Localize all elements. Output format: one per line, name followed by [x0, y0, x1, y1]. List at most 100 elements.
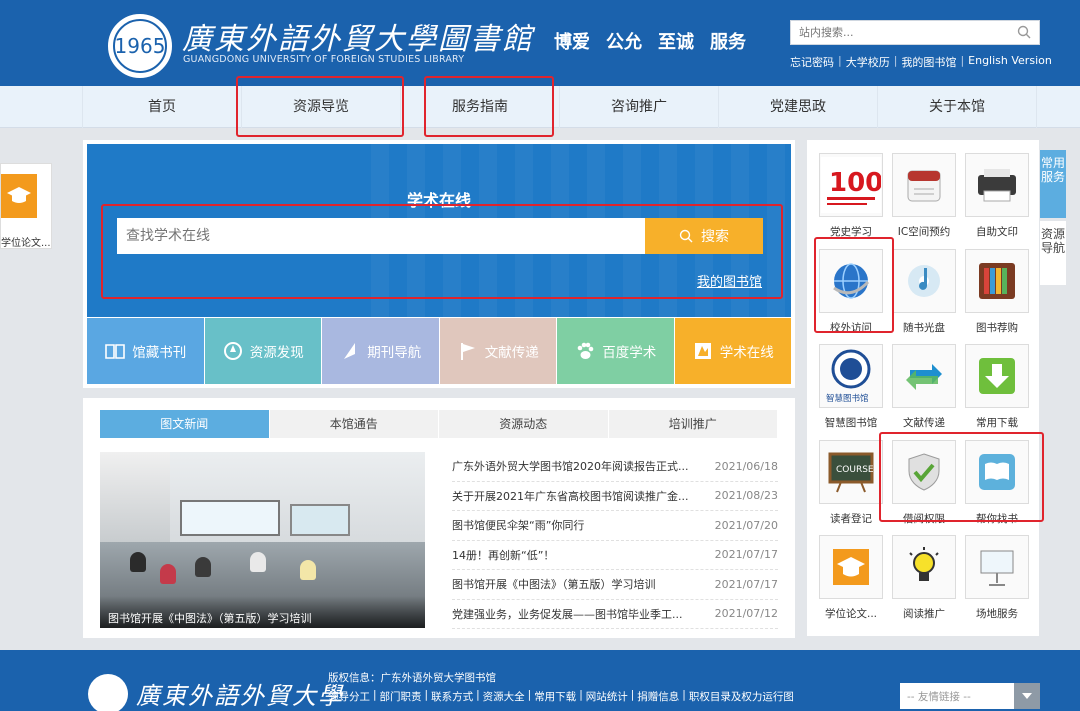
quick-link-discovery[interactable]: 资源发现: [204, 318, 321, 384]
printer-icon: [965, 153, 1029, 217]
footer-university-name: 廣東外語外貿大學: [136, 682, 344, 710]
photo-person: [130, 552, 146, 572]
footer-link[interactable]: 捐赠信息: [637, 689, 679, 704]
top-links: 忘记密码 | 大学校历 | 我的图书馆 | English Version: [790, 54, 1052, 70]
service-label: 校外访问: [830, 322, 872, 334]
link-my-library[interactable]: 我的图书馆: [901, 54, 956, 70]
service-book-recommend[interactable]: 图书荐购: [965, 249, 1029, 335]
quick-link-label: 期刊导航: [367, 345, 422, 361]
divider: |: [373, 689, 377, 701]
service-cd[interactable]: 随书光盘: [892, 249, 956, 335]
quick-link-label: 文献传递: [484, 345, 539, 361]
graduation-cap-icon: [1, 174, 37, 218]
tab-training[interactable]: 培训推广: [609, 410, 778, 438]
news-tabs: 图文新闻 本馆通告 资源动态 培训推广: [100, 410, 778, 438]
news-title[interactable]: 关于开展2021年广东省高校图书馆阅读推广金...: [452, 488, 692, 504]
footer-link[interactable]: 资源大全: [483, 689, 525, 704]
quick-link-journals[interactable]: 期刊导航: [322, 318, 439, 384]
news-title[interactable]: 广东外语外贸大学图书馆2020年阅读报告正式...: [452, 458, 692, 474]
footer-link[interactable]: 网站统计: [586, 689, 628, 704]
friend-links-select[interactable]: -- 友情链接 --: [900, 683, 1040, 709]
calendar-icon: [892, 153, 956, 217]
service-party-history[interactable]: 100 党史学习: [819, 153, 883, 239]
chevron-down-icon: [1014, 683, 1040, 709]
news-date: 2021/08/23: [714, 489, 778, 503]
list-item[interactable]: 图书馆便民伞架“雨”你同行 2021/07/20: [452, 511, 778, 541]
service-borrow-permission[interactable]: 借阅权限: [892, 440, 956, 526]
service-label: 常用下载: [976, 417, 1018, 429]
service-venue[interactable]: 场地服务: [965, 535, 1029, 621]
quick-link-label: 资源发现: [249, 345, 304, 361]
service-find-book[interactable]: 帮你找书: [965, 440, 1029, 526]
nav-home[interactable]: 首页: [82, 86, 241, 128]
quick-link-collection[interactable]: 馆藏书刊: [87, 318, 204, 384]
motto-word: 公允: [606, 32, 642, 53]
search-icon[interactable]: [1017, 25, 1031, 39]
service-downloads[interactable]: 常用下载: [965, 344, 1029, 430]
list-item[interactable]: 14册！再创新“低”！ 2021/07/17: [452, 541, 778, 570]
search-button-label: 搜索: [701, 229, 729, 245]
academic-search-input[interactable]: [117, 218, 645, 254]
service-thesis[interactable]: 学位论文...: [819, 535, 883, 621]
academic-search-button[interactable]: 搜索: [645, 218, 763, 254]
footer-links: 领导分工 | 部门职责 | 联系方式 | 资源大全 | 常用下载 | 网站统计 | 捐赠信息…: [328, 689, 794, 704]
quick-link-document-delivery[interactable]: 文献传递: [439, 318, 556, 384]
footer-link[interactable]: 联系方式: [431, 689, 473, 704]
service-document-delivery[interactable]: 文献传递: [892, 344, 956, 430]
search-icon: [679, 229, 693, 243]
nav-about[interactable]: 关于本馆: [877, 86, 1037, 128]
service-label: 文献传递: [903, 417, 945, 429]
university-seal-logo[interactable]: 1965: [108, 14, 172, 78]
nav-resources[interactable]: 资源导览: [241, 86, 400, 128]
link-calendar[interactable]: 大学校历: [846, 54, 890, 70]
service-label: 智慧图书馆: [824, 417, 878, 429]
my-library-link[interactable]: 我的图书馆: [697, 271, 762, 290]
list-item[interactable]: 关于开展2021年广东省高校图书馆阅读推广金... 2021/08/23: [452, 482, 778, 511]
service-smart-library[interactable]: 智慧图书馆 智慧图书馆: [819, 344, 883, 430]
nav-service-guide[interactable]: 服务指南: [400, 86, 559, 128]
divider: |: [630, 689, 635, 701]
quick-link-baidu-scholar[interactable]: 百度学术: [557, 318, 674, 384]
download-icon: [965, 344, 1029, 408]
service-self-print[interactable]: 自助文印: [965, 153, 1029, 239]
motto-word: 博爱: [554, 32, 590, 53]
nav-consult[interactable]: 咨询推广: [559, 86, 718, 128]
footer-link[interactable]: 常用下载: [534, 689, 576, 704]
divider: |: [579, 689, 583, 701]
tab-announcements[interactable]: 本馆通告: [270, 410, 439, 438]
news-title[interactable]: 党建强业务，业务促发展——图书馆毕业季工...: [452, 606, 692, 622]
side-tab-common-services[interactable]: 常用服务: [1040, 150, 1066, 218]
left-float-thesis[interactable]: 学位论文...: [0, 163, 52, 249]
service-offcampus-access[interactable]: 校外访问: [819, 249, 883, 335]
footer-link[interactable]: 部门职责: [380, 689, 422, 704]
service-label: 图书荐购: [976, 322, 1018, 334]
link-forgot-password[interactable]: 忘记密码: [790, 54, 834, 70]
list-item[interactable]: 图书馆开展《中图法》（第五版）学习培训 2021/07/17: [452, 570, 778, 600]
list-item[interactable]: 党建强业务，业务促发展——图书馆毕业季工... 2021/07/12: [452, 600, 778, 629]
news-title[interactable]: 图书馆便民伞架“雨”你同行: [452, 517, 692, 533]
site-search-input[interactable]: [791, 21, 1011, 44]
news-title[interactable]: 图书馆开展《中图法》（第五版）学习培训: [452, 576, 692, 592]
tab-resource-updates[interactable]: 资源动态: [439, 410, 609, 438]
service-label: 党史学习: [830, 226, 872, 238]
news-photo[interactable]: 图书馆开展《中图法》（第五版）学习培训: [100, 452, 425, 628]
tab-photo-news[interactable]: 图文新闻: [100, 410, 270, 438]
seal-inner: 1965: [113, 19, 167, 73]
footer-link[interactable]: 职权目录及权力运行图: [689, 689, 794, 704]
quick-link-academic-online[interactable]: 学术在线: [674, 318, 791, 384]
photo-person: [300, 560, 316, 580]
side-tab-resource-nav[interactable]: 资源导航: [1040, 221, 1066, 285]
friend-links-value: -- 友情链接 --: [907, 690, 971, 703]
list-item[interactable]: 广东外语外贸大学图书馆2020年阅读报告正式... 2021/06/18: [452, 452, 778, 482]
news-title[interactable]: 14册！再创新“低”！: [452, 547, 692, 563]
service-reading-promotion[interactable]: 阅读推广: [892, 535, 956, 621]
scholar-icon: [694, 343, 711, 359]
nav-party[interactable]: 党建思政: [718, 86, 877, 128]
news-date: 2021/07/17: [714, 548, 778, 562]
service-reader-registration[interactable]: COURSE 读者登记: [819, 440, 883, 526]
link-english-version[interactable]: English Version: [968, 54, 1052, 70]
library-name-cn[interactable]: 廣東外語外貿大學圖書館: [182, 14, 534, 58]
footer-link[interactable]: 领导分工: [328, 689, 370, 704]
site-header: 1965 廣東外語外貿大學圖書館 GUANGDONG UNIVERSITY OF…: [0, 0, 1080, 86]
service-ic-space[interactable]: IC空间预约: [892, 153, 956, 239]
